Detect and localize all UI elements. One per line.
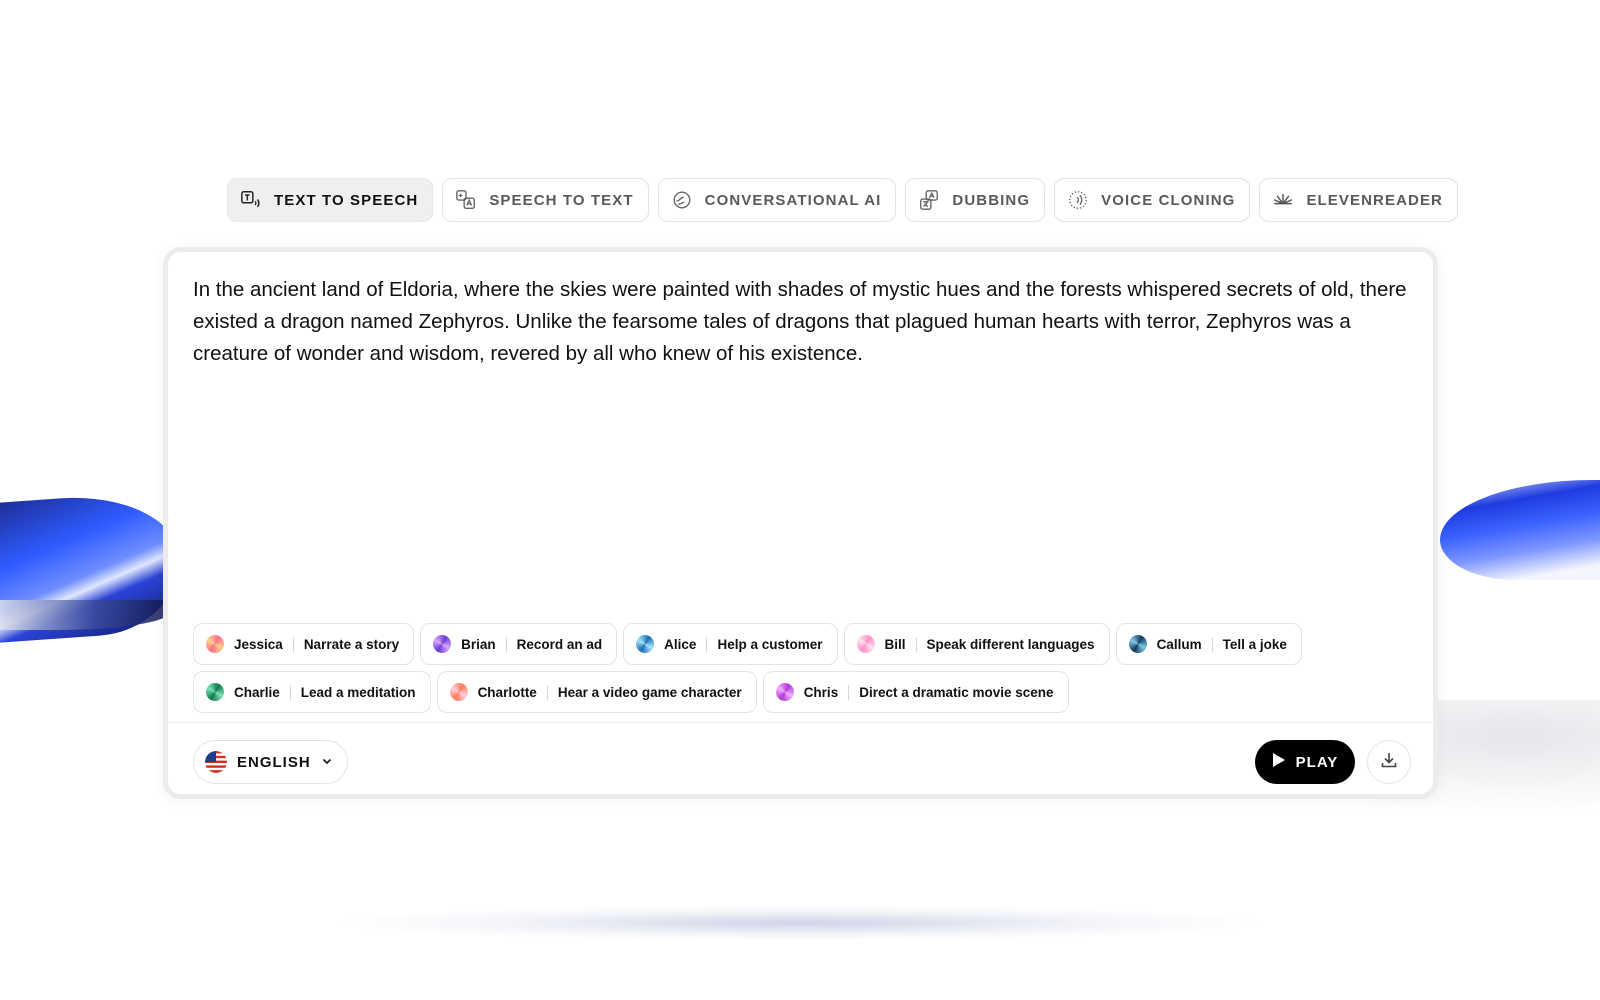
voice-task: Help a customer bbox=[717, 636, 823, 652]
voice-avatar-icon bbox=[206, 683, 224, 701]
voice-task: Lead a meditation bbox=[300, 684, 416, 700]
voice-avatar-icon bbox=[636, 635, 655, 653]
voice-chip-jessica[interactable]: Jessica Narrate a story bbox=[193, 623, 415, 665]
voice-avatar-icon bbox=[206, 635, 224, 653]
voice-chip-charlotte[interactable]: Charlotte Hear a video game character bbox=[436, 671, 757, 713]
play-button[interactable]: PLAY bbox=[1255, 740, 1355, 784]
voice-chip-bill[interactable]: Bill Speak different languages bbox=[843, 623, 1110, 665]
voice-task: Record an ad bbox=[516, 636, 603, 652]
voice-chip-chris[interactable]: Chris Direct a dramatic movie scene bbox=[762, 671, 1069, 713]
voice-suggestions: Jessica Narrate a story Brian Record an ad A… bbox=[193, 623, 1393, 719]
tab-dubbing[interactable]: DUBBING bbox=[905, 178, 1046, 222]
chip-separator bbox=[546, 684, 548, 700]
dubbing-icon bbox=[918, 189, 940, 211]
download-button[interactable] bbox=[1367, 740, 1411, 784]
tab-label: VOICE CLONING bbox=[1101, 191, 1236, 209]
voice-avatar-icon bbox=[856, 635, 875, 653]
text-to-speech-card: In the ancient land of Eldoria, where th… bbox=[163, 247, 1438, 799]
voice-task: Direct a dramatic movie scene bbox=[859, 684, 1054, 700]
tab-voice-cloning[interactable]: VOICE CLONING bbox=[1054, 178, 1251, 222]
language-select[interactable]: ENGLISH bbox=[193, 740, 348, 784]
chip-separator bbox=[1211, 636, 1213, 652]
voice-name: Bill bbox=[884, 636, 906, 652]
voice-chip-brian[interactable]: Brian Record an ad bbox=[420, 623, 618, 665]
voice-chip-charlie[interactable]: Charlie Lead a meditation bbox=[193, 671, 431, 713]
conversational-ai-icon bbox=[671, 189, 693, 211]
divider bbox=[168, 722, 1433, 723]
tab-label: SPEECH TO TEXT bbox=[489, 191, 634, 209]
tab-label: TEXT TO SPEECH bbox=[274, 191, 419, 209]
voice-name: Chris bbox=[803, 684, 839, 700]
voice-avatar-icon bbox=[449, 683, 468, 701]
voice-suggestions-row: Jessica Narrate a story Brian Record an ad A… bbox=[193, 623, 1393, 665]
chip-separator bbox=[706, 636, 708, 652]
download-icon bbox=[1380, 751, 1398, 774]
voice-name: Brian bbox=[461, 636, 496, 652]
voice-avatar-icon bbox=[433, 635, 452, 653]
language-label: ENGLISH bbox=[237, 753, 311, 771]
tab-label: CONVERSATIONAL AI bbox=[704, 191, 882, 209]
text-editor[interactable]: In the ancient land of Eldoria, where th… bbox=[193, 274, 1413, 370]
tab-elevenreader[interactable]: ELEVENREADER bbox=[1259, 178, 1458, 222]
chip-separator bbox=[505, 636, 507, 652]
tab-label: ELEVENREADER bbox=[1306, 191, 1443, 209]
decorative-wave-left-edge bbox=[0, 600, 170, 630]
voice-suggestions-row: Charlie Lead a meditation Charlotte Hear a … bbox=[193, 671, 1393, 713]
decorative-floor-shadow bbox=[330, 905, 1270, 941]
voice-name: Jessica bbox=[234, 636, 283, 652]
voice-task: Speak different languages bbox=[926, 636, 1095, 652]
voice-avatar-icon bbox=[1128, 635, 1147, 653]
voice-name: Charlotte bbox=[477, 684, 537, 700]
text-to-speech-icon bbox=[240, 189, 262, 211]
voice-chip-alice[interactable]: Alice Help a customer bbox=[623, 623, 838, 665]
chip-separator bbox=[292, 636, 294, 652]
voice-chip-callum[interactable]: Callum Tell a joke bbox=[1115, 623, 1302, 665]
speech-to-text-icon bbox=[455, 189, 477, 211]
voice-name: Alice bbox=[664, 636, 697, 652]
us-flag-icon bbox=[205, 751, 227, 773]
chip-separator bbox=[289, 684, 291, 700]
chip-separator bbox=[915, 636, 917, 652]
chevron-down-icon bbox=[321, 754, 333, 771]
tab-conversational-ai[interactable]: CONVERSATIONAL AI bbox=[657, 178, 897, 222]
product-tabs: TEXT TO SPEECH SPEECH TO TEXT CONVERSATI… bbox=[227, 178, 1458, 222]
play-label: PLAY bbox=[1295, 753, 1339, 771]
elevenreader-icon bbox=[1272, 189, 1294, 211]
tab-label: DUBBING bbox=[952, 191, 1031, 209]
voice-task: Tell a joke bbox=[1222, 636, 1287, 652]
tab-speech-to-text[interactable]: SPEECH TO TEXT bbox=[442, 178, 649, 222]
voice-name: Callum bbox=[1156, 636, 1202, 652]
voice-avatar-icon bbox=[775, 683, 794, 701]
play-icon bbox=[1272, 752, 1286, 772]
voice-task: Narrate a story bbox=[303, 636, 400, 652]
voice-name: Charlie bbox=[234, 684, 280, 700]
chip-separator bbox=[848, 684, 850, 700]
tab-text-to-speech[interactable]: TEXT TO SPEECH bbox=[227, 178, 434, 222]
voice-task: Hear a video game character bbox=[557, 684, 742, 700]
decorative-wave-right bbox=[1440, 480, 1600, 580]
voice-cloning-icon bbox=[1067, 189, 1089, 211]
